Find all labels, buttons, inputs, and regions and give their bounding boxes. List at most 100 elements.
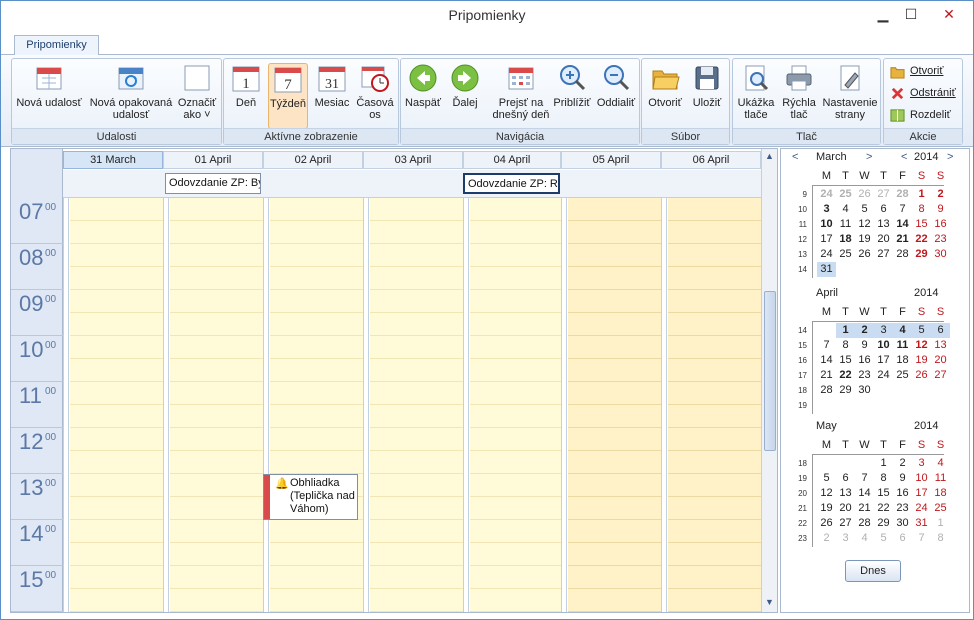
mini-day[interactable]: 24	[874, 368, 893, 383]
day-column[interactable]	[661, 198, 761, 612]
scroll-down-icon[interactable]: ▼	[765, 597, 774, 607]
mini-day[interactable]: 5	[874, 531, 893, 546]
mini-day[interactable]: 12	[817, 486, 836, 501]
mini-day[interactable]: 6	[931, 323, 950, 338]
mini-day[interactable]: 8	[931, 531, 950, 546]
day-header[interactable]: 31 March	[63, 151, 163, 169]
mini-day[interactable]: 23	[855, 368, 874, 383]
mini-day[interactable]: 7	[817, 338, 836, 353]
mini-day[interactable]: 13	[836, 486, 855, 501]
mini-day[interactable]: 26	[912, 368, 931, 383]
mini-day[interactable]: 8	[836, 338, 855, 353]
mini-day[interactable]: 18	[931, 486, 950, 501]
month-prev-icon[interactable]: <	[792, 151, 798, 163]
day-column[interactable]	[363, 198, 463, 612]
mini-day[interactable]: 14	[817, 353, 836, 368]
mini-day[interactable]: 2	[893, 456, 912, 471]
mini-day[interactable]: 6	[836, 471, 855, 486]
split-button[interactable]: Rozdeliť	[888, 105, 951, 125]
mini-day[interactable]: 7	[893, 202, 912, 217]
mini-day[interactable]: 25	[836, 187, 855, 202]
print-preview-button[interactable]: Ukážka tlače	[735, 63, 777, 121]
mini-day[interactable]: 27	[931, 368, 950, 383]
mini-day[interactable]: 24	[817, 247, 836, 262]
mini-day[interactable]: 3	[836, 531, 855, 546]
mini-day[interactable]: 15	[836, 353, 855, 368]
time-slots[interactable]	[568, 198, 661, 612]
mini-day[interactable]: 1	[874, 456, 893, 471]
mini-day[interactable]: 4	[931, 456, 950, 471]
mini-day[interactable]: 13	[874, 217, 893, 232]
mini-day[interactable]: 26	[817, 516, 836, 531]
view-week-button[interactable]: 7 Týždeň	[268, 63, 308, 129]
time-slots[interactable]	[70, 198, 163, 612]
open-action-button[interactable]: Otvoriť	[888, 61, 943, 81]
mini-day[interactable]: 15	[912, 217, 931, 232]
mini-day[interactable]: 14	[855, 486, 874, 501]
mini-day[interactable]: 1	[912, 187, 931, 202]
mini-day[interactable]: 26	[855, 247, 874, 262]
mini-day[interactable]: 9	[855, 338, 874, 353]
mini-day[interactable]: 23	[893, 501, 912, 516]
mini-day[interactable]: 5	[912, 323, 931, 338]
back-button[interactable]: Naspäť	[402, 63, 444, 109]
zoom-out-button[interactable]: Oddialiť	[595, 63, 637, 109]
mini-day[interactable]: 13	[931, 338, 950, 353]
mini-day[interactable]: 3	[912, 456, 931, 471]
day-column[interactable]	[263, 198, 363, 612]
mini-day[interactable]: 19	[912, 353, 931, 368]
time-slots[interactable]	[668, 198, 761, 612]
mini-day[interactable]: 8	[874, 471, 893, 486]
mini-day[interactable]: 3	[874, 323, 893, 338]
mini-day[interactable]: 7	[912, 531, 931, 546]
mini-day[interactable]: 6	[874, 202, 893, 217]
delete-button[interactable]: Odstrániť	[888, 83, 956, 103]
mini-day[interactable]: 20	[836, 501, 855, 516]
allday-event[interactable]: Odovzdanie ZP: By	[165, 173, 261, 194]
mini-day[interactable]: 24	[912, 501, 931, 516]
mini-day[interactable]: 5	[855, 202, 874, 217]
mini-day[interactable]: 2	[855, 323, 874, 338]
mini-day[interactable]: 25	[931, 501, 950, 516]
time-slots[interactable]	[370, 198, 463, 612]
mini-day[interactable]: 17	[817, 232, 836, 247]
mini-day[interactable]: 29	[912, 247, 931, 262]
time-slots[interactable]	[170, 198, 263, 612]
allday-event-selected[interactable]: Odovzdanie ZP: Ro	[463, 173, 560, 194]
day-header[interactable]: 06 April	[661, 151, 761, 169]
mini-day[interactable]: 28	[893, 247, 912, 262]
mini-day[interactable]: 21	[893, 232, 912, 247]
mini-day[interactable]: 1	[836, 323, 855, 338]
vertical-scrollbar[interactable]: ▲ ▼	[761, 149, 777, 612]
mini-day[interactable]: 12	[912, 338, 931, 353]
mini-day[interactable]: 17	[874, 353, 893, 368]
mini-day[interactable]: 28	[855, 516, 874, 531]
mini-day[interactable]: 7	[855, 471, 874, 486]
mini-day[interactable]: 2	[817, 531, 836, 546]
mini-day[interactable]: 14	[893, 217, 912, 232]
zoom-in-button[interactable]: Priblížiť	[552, 63, 592, 109]
mini-day[interactable]: 16	[893, 486, 912, 501]
mini-day[interactable]: 20	[874, 232, 893, 247]
mini-day[interactable]: 11	[836, 217, 855, 232]
tab-pripomienky[interactable]: Pripomienky	[14, 35, 99, 56]
mini-day[interactable]: 10	[912, 471, 931, 486]
mini-day[interactable]: 19	[817, 501, 836, 516]
mini-day[interactable]: 9	[893, 471, 912, 486]
year-prev-icon[interactable]: <	[901, 151, 907, 163]
new-event-button[interactable]: Nová udalosť	[15, 63, 83, 109]
mini-day[interactable]: 30	[855, 383, 874, 398]
mini-day[interactable]: 11	[893, 338, 912, 353]
day-header[interactable]: 04 April	[463, 151, 561, 169]
mini-day[interactable]: 24	[817, 187, 836, 202]
quick-print-button[interactable]: Rýchla tlač	[779, 63, 819, 121]
mini-day[interactable]: 10	[817, 217, 836, 232]
mini-day[interactable]: 28	[817, 383, 836, 398]
forward-button[interactable]: Ďalej	[445, 63, 485, 109]
scroll-thumb[interactable]	[764, 291, 776, 451]
time-slots[interactable]	[470, 198, 561, 612]
day-column[interactable]	[561, 198, 661, 612]
mini-day[interactable]: 31	[817, 262, 836, 277]
mini-day[interactable]: 25	[836, 247, 855, 262]
mini-day[interactable]: 19	[855, 232, 874, 247]
